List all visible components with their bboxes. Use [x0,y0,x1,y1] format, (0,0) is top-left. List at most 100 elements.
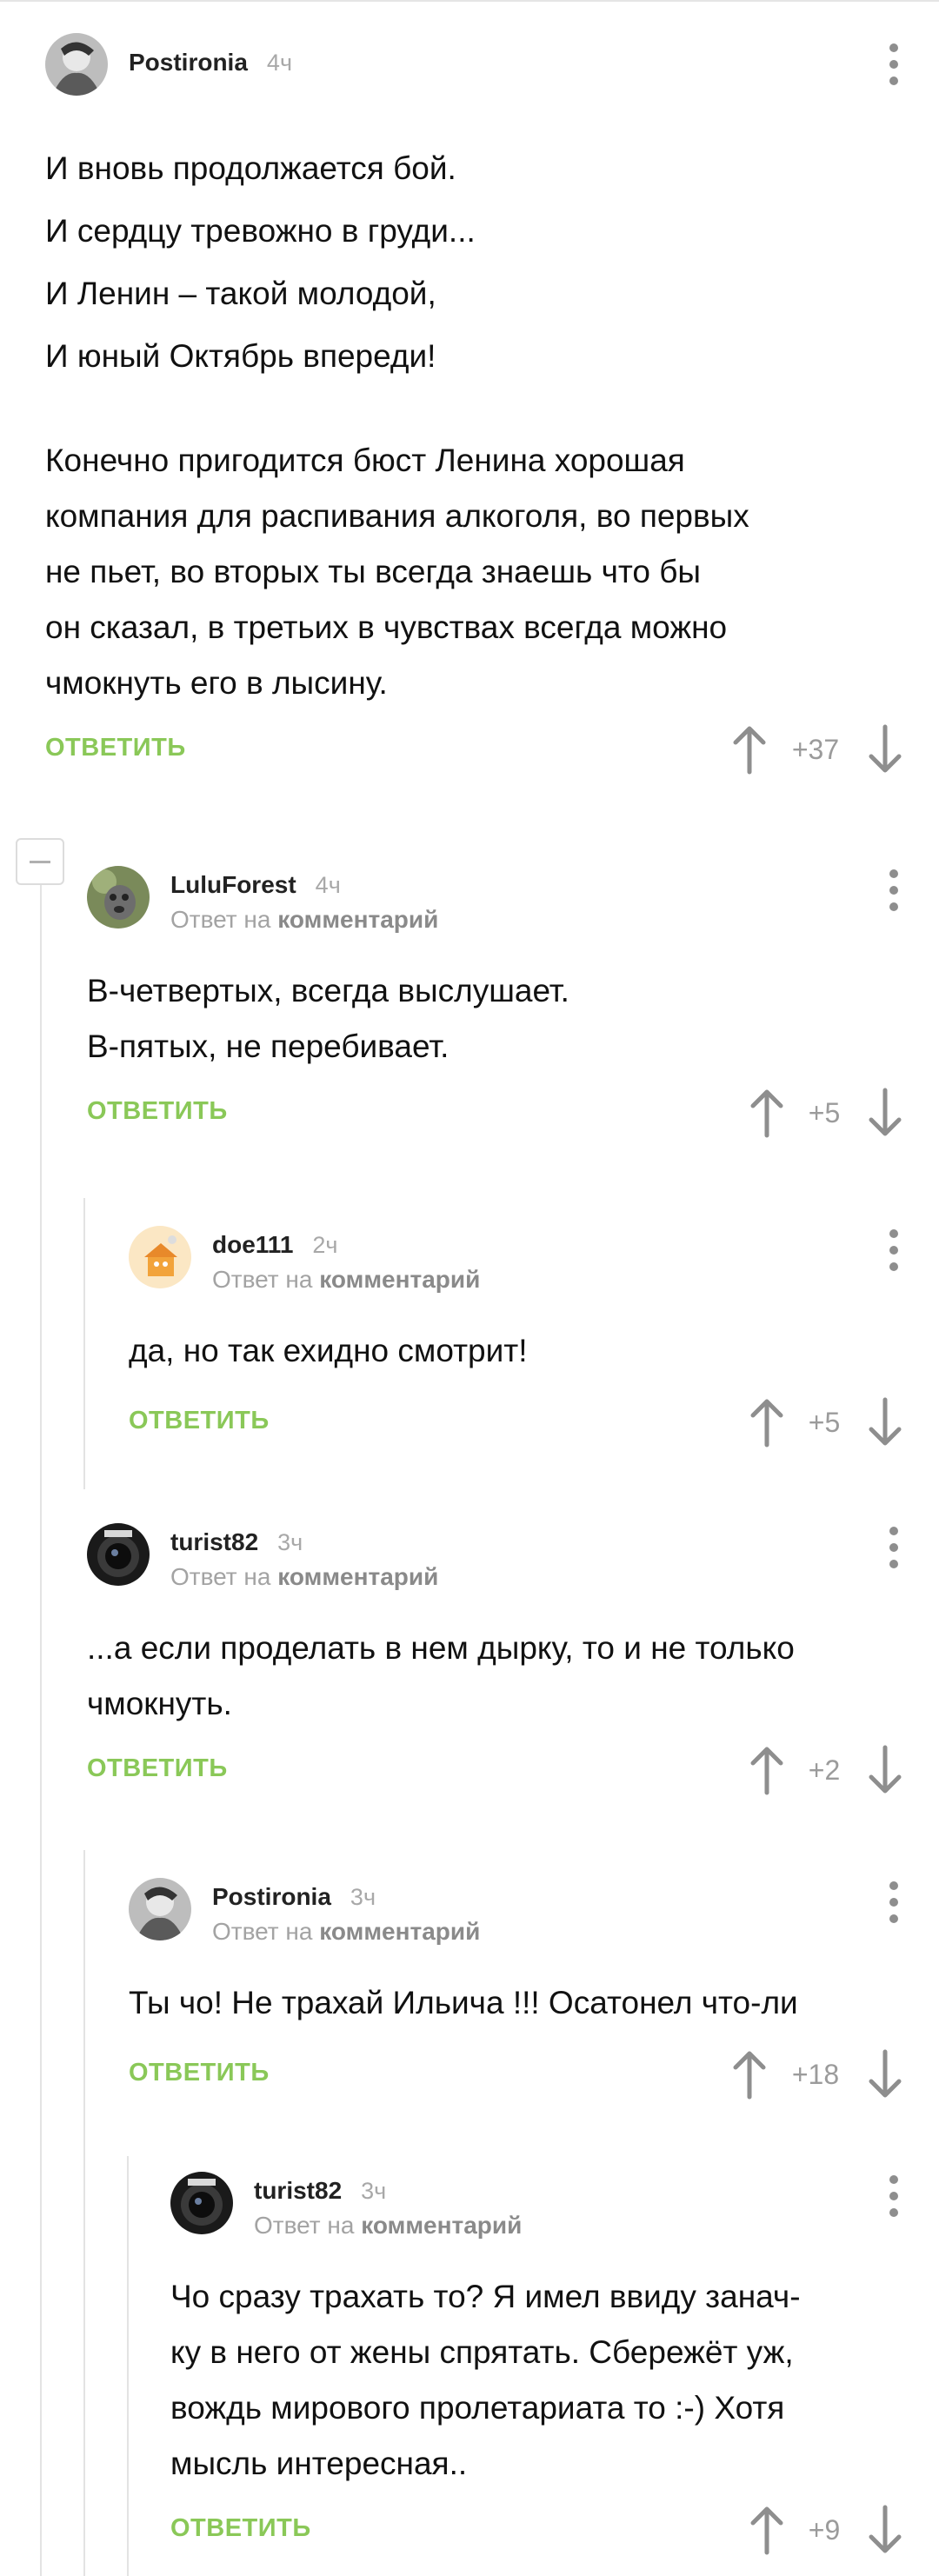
upvote-arrow-icon[interactable] [730,2048,769,2100]
reply-to-link[interactable]: комментарий [277,906,438,933]
downvote-arrow-icon[interactable] [866,2048,904,2100]
comment-line: И вновь продолжается бой. [45,150,456,186]
more-options-icon[interactable] [883,1881,904,1927]
reply-to-link[interactable]: комментарий [277,1563,438,1590]
downvote-arrow-icon[interactable] [866,723,904,775]
comment: LuluForest 4ч Ответ на комментарий В-четв… [87,866,904,1139]
reply-button[interactable]: ОТВЕТИТЬ [129,2059,270,2087]
author-name[interactable]: turist82 3ч [170,1528,303,1556]
author-name-text[interactable]: Postironia [129,49,248,76]
user-avatar[interactable] [129,1878,191,1940]
vote-controls: +2 [748,1744,904,1796]
comment-line: И Ленин – такой молодой, [45,276,436,311]
author-name-text[interactable]: LuluForest [170,871,296,898]
comment-line: ку в него от жены спрятать. Сбережёт уж, [170,2334,794,2370]
user-avatar[interactable] [170,2172,233,2234]
thread-line [127,2156,129,2576]
comment-header: Postironia 3ч Ответ на комментарий [129,1878,904,1947]
vote-score: +37 [791,734,840,765]
reply-button[interactable]: ОТВЕТИТЬ [87,1097,228,1126]
reply-to-prefix: Ответ на [212,1918,313,1945]
comment-line: В-четвертых, всегда выслушает. [87,973,569,1008]
comment-actions: ОТВЕТИТЬ +5 [129,1396,904,1448]
more-options-icon[interactable] [883,869,904,915]
comment-body: Ты чо! Не трахай Ильича !!! Осатонел что… [129,1975,904,2031]
author-name[interactable]: turist82 3ч [254,2177,386,2205]
comment-line: мысль интересная.. [170,2446,468,2481]
user-avatar[interactable] [87,866,150,929]
author-name[interactable]: doe111 2ч [212,1231,338,1259]
reply-to-prefix: Ответ на [170,906,271,933]
author-name[interactable]: Postironia 3ч [212,1883,376,1911]
comment-time: 3ч [277,1529,303,1555]
comment-actions: ОТВЕТИТЬ +9 [170,2504,904,2556]
more-options-icon[interactable] [883,2175,904,2220]
comment-actions: ОТВЕТИТЬ +18 [129,2048,904,2100]
reply-to-link[interactable]: комментарий [319,1918,480,1945]
comment-line [45,388,904,433]
reply-button[interactable]: ОТВЕТИТЬ [170,2514,311,2543]
thread-line [40,885,42,2576]
author-name-text[interactable]: doe111 [212,1231,293,1258]
comment: turist82 3ч Ответ на комментарий ...а есл… [87,1523,904,1796]
comment-header: doe111 2ч Ответ на комментарий [129,1226,904,1295]
vote-score: +2 [808,1754,841,1786]
reply-to-link[interactable]: комментарий [361,2212,522,2239]
vote-controls: +5 [748,1087,904,1139]
reply-to-link[interactable]: комментарий [319,1266,480,1293]
collapse-thread-button[interactable] [16,838,64,885]
vote-controls: +37 [730,723,904,775]
user-avatar[interactable] [129,1226,191,1288]
comment-line: И сердцу тревожно в груди... [45,213,476,249]
downvote-arrow-icon[interactable] [866,2504,904,2556]
author-name-text[interactable]: turist82 [170,1528,258,1555]
author-name-text[interactable]: turist82 [254,2177,342,2204]
comment-line: не пьет, во вторых ты всегда знаешь что … [45,554,702,589]
comment-actions: ОТВЕТИТЬ +37 [45,723,904,775]
more-options-icon[interactable] [883,43,904,89]
downvote-arrow-icon[interactable] [866,1087,904,1139]
comment-line: чмокнуть его в лысину. [45,665,388,701]
downvote-arrow-icon[interactable] [866,1396,904,1448]
reply-to-info: Ответ на комментарий [212,1918,480,1946]
downvote-arrow-icon[interactable] [866,1744,904,1796]
vote-score: +5 [808,1097,841,1128]
comment-line: И юный Октябрь впереди! [45,338,436,374]
reply-button[interactable]: ОТВЕТИТЬ [87,1754,228,1783]
comment: doe111 2ч Ответ на комментарий да, но так… [129,1226,904,1448]
upvote-arrow-icon[interactable] [748,1744,786,1796]
reply-to-info: Ответ на комментарий [170,1563,438,1591]
reply-to-info: Ответ на комментарий [170,906,438,934]
comment-time: 4ч [315,872,341,898]
user-avatar[interactable] [45,33,108,96]
reply-to-prefix: Ответ на [170,1563,271,1590]
comment-line: ...а если проделать в нем дырку, то и не… [87,1630,795,1666]
reply-button[interactable]: ОТВЕТИТЬ [45,734,186,762]
upvote-arrow-icon[interactable] [730,723,769,775]
thread-line [83,1198,85,1489]
author-name[interactable]: Postironia 4ч [129,49,292,77]
upvote-arrow-icon[interactable] [748,1396,786,1448]
author-name-text[interactable]: Postironia [212,1883,331,1910]
comment-time: 3ч [361,2178,387,2204]
more-options-icon[interactable] [883,1229,904,1275]
comment-body: И вновь продолжается бой. И сердцу трево… [45,137,904,711]
comment: turist82 3ч Ответ на комментарий Чо сразу… [170,2172,904,2556]
author-name[interactable]: LuluForest 4ч [170,871,341,899]
comment-body: Чо сразу трахать то? Я имел ввиду занач-… [170,2269,904,2492]
upvote-arrow-icon[interactable] [748,1087,786,1139]
comment-line: Чо сразу трахать то? Я имел ввиду занач- [170,2279,801,2314]
comment-line: компания для распивания алкоголя, во пер… [45,498,749,534]
vote-score: +18 [791,2059,840,2090]
comment-actions: ОТВЕТИТЬ +5 [87,1087,904,1139]
comment-line: В-пятых, не перебивает. [87,1028,450,1064]
upvote-arrow-icon[interactable] [748,2504,786,2556]
comment: Postironia 4ч И вновь продолжается бой. И… [45,33,904,775]
comment-header: turist82 3ч Ответ на комментарий [170,2172,904,2241]
vote-score: +5 [808,1407,841,1438]
reply-button[interactable]: ОТВЕТИТЬ [129,1407,270,1435]
user-avatar[interactable] [87,1523,150,1586]
reply-to-prefix: Ответ на [212,1266,313,1293]
comment-body: В-четвертых, всегда выслушает. В-пятых, … [87,963,904,1075]
more-options-icon[interactable] [883,1527,904,1572]
